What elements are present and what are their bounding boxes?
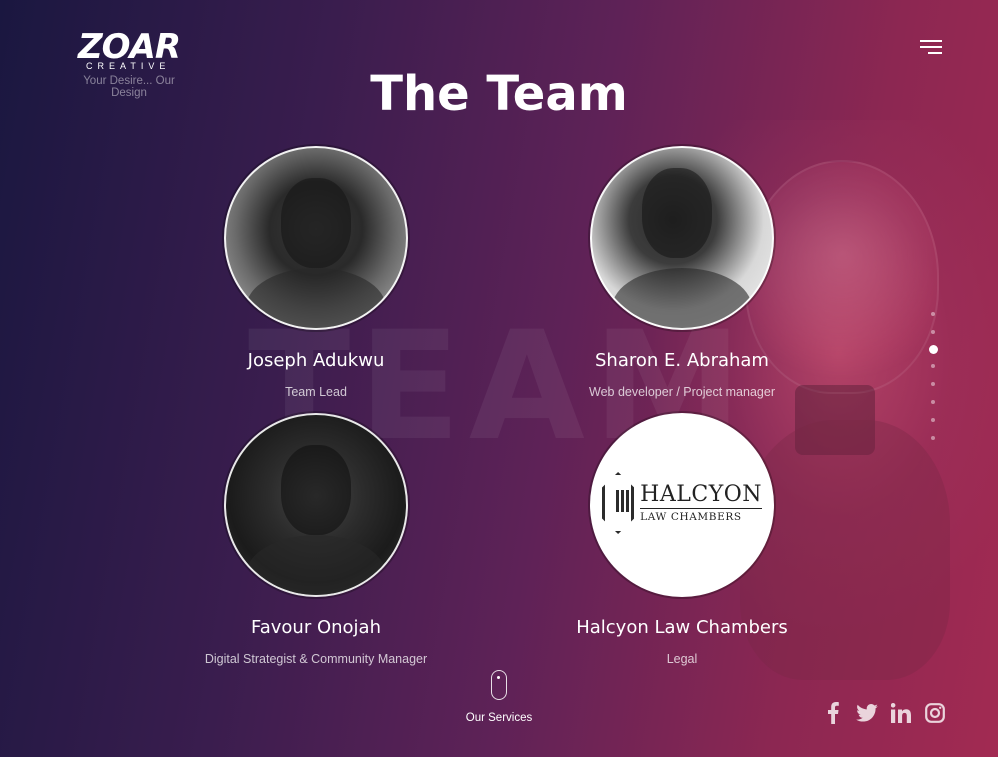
halcyon-logo: HALCYON LAW CHAMBERS bbox=[602, 471, 762, 535]
member-role: Digital Strategist & Community Manager bbox=[204, 652, 428, 666]
team-member-card: Sharon E. Abraham Web developer / Projec… bbox=[532, 146, 832, 399]
nav-dot[interactable] bbox=[931, 330, 935, 334]
logo-name: HALCYON bbox=[640, 481, 762, 507]
member-name: Sharon E. Abraham bbox=[595, 350, 769, 371]
logo-subtitle: LAW CHAMBERS bbox=[640, 507, 762, 523]
member-name: Favour Onojah bbox=[251, 617, 381, 638]
section-nav-dots bbox=[927, 312, 939, 454]
member-name: Joseph Adukwu bbox=[247, 350, 385, 371]
member-name: Halcyon Law Chambers bbox=[576, 617, 788, 638]
nav-dot[interactable] bbox=[931, 382, 935, 386]
twitter-icon[interactable] bbox=[856, 702, 878, 724]
social-links bbox=[822, 702, 946, 724]
pillar-icon bbox=[602, 472, 635, 534]
member-logo: HALCYON LAW CHAMBERS bbox=[590, 413, 774, 597]
linkedin-icon[interactable] bbox=[890, 702, 912, 724]
member-role: Legal bbox=[666, 652, 698, 666]
member-photo bbox=[224, 413, 408, 597]
scroll-label: Our Services bbox=[465, 712, 533, 724]
member-photo bbox=[224, 146, 408, 330]
team-member-card: Joseph Adukwu Team Lead bbox=[166, 146, 466, 399]
nav-dot[interactable] bbox=[931, 312, 935, 316]
scroll-next-section[interactable]: Our Services bbox=[448, 670, 550, 724]
page-title: The Team bbox=[370, 66, 628, 122]
team-member-card: Favour Onojah Digital Strategist & Commu… bbox=[166, 413, 466, 666]
hamburger-menu-icon[interactable] bbox=[918, 40, 942, 54]
member-role: Team Lead bbox=[285, 385, 347, 399]
member-role: Web developer / Project manager bbox=[589, 385, 775, 399]
facebook-icon[interactable] bbox=[822, 702, 844, 724]
nav-dot-active[interactable] bbox=[928, 345, 938, 354]
logo-name: ZOAR bbox=[77, 27, 181, 67]
nav-dot[interactable] bbox=[931, 418, 935, 422]
instagram-icon[interactable] bbox=[924, 702, 946, 724]
nav-dot[interactable] bbox=[931, 400, 935, 404]
mouse-scroll-icon bbox=[491, 670, 507, 700]
nav-dot[interactable] bbox=[931, 436, 935, 440]
team-member-card: HALCYON LAW CHAMBERS Halcyon Law Chamber… bbox=[532, 413, 832, 666]
nav-dot[interactable] bbox=[931, 364, 935, 368]
member-photo bbox=[590, 146, 774, 330]
